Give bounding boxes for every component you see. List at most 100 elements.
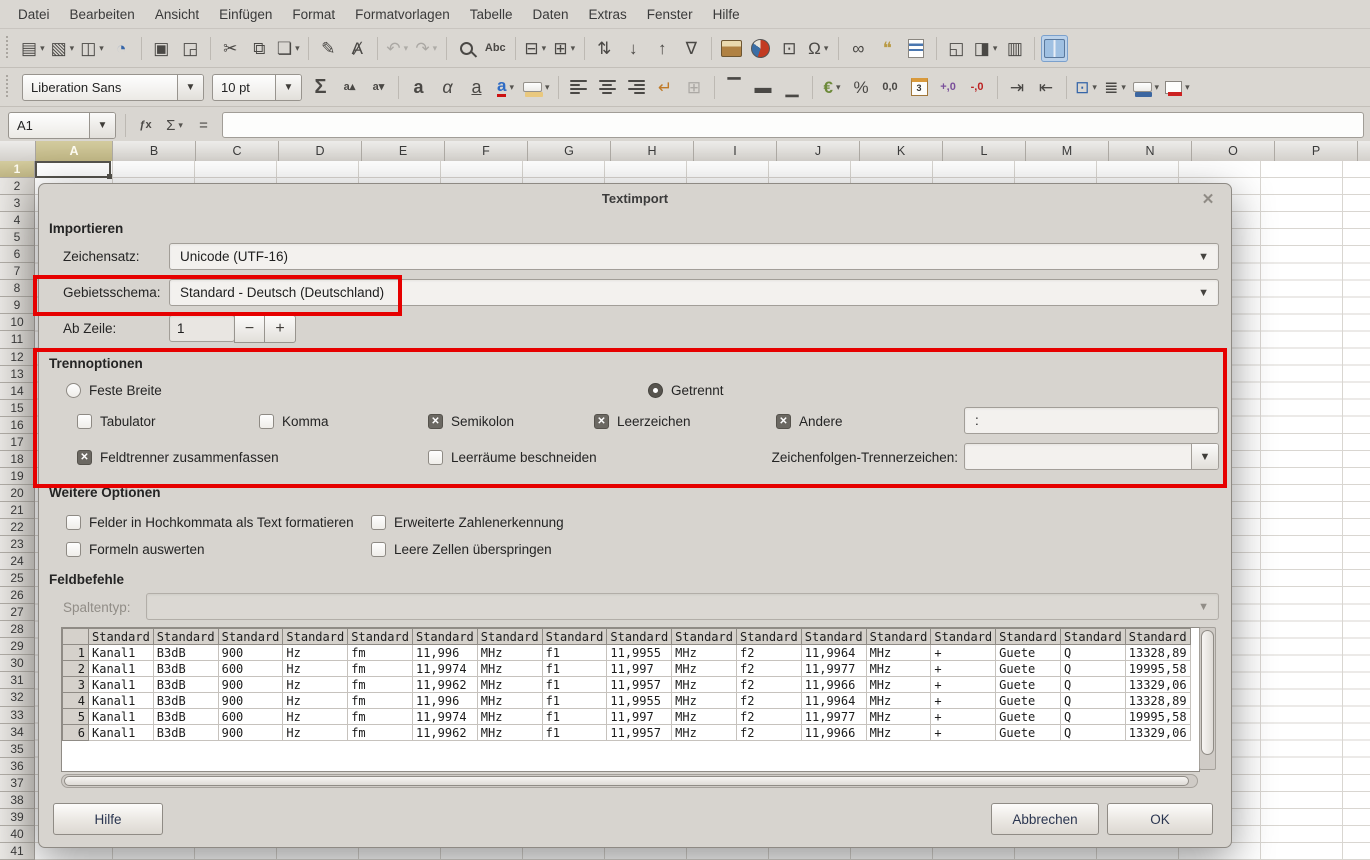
dropdown-arrow-icon[interactable]: ▾ [509, 82, 514, 93]
other-checkbox[interactable]: Andere [776, 413, 843, 430]
preview-column-header-9[interactable]: Standard [607, 629, 672, 645]
preview-column-header-2[interactable]: Standard [153, 629, 218, 645]
borders-icon[interactable]: ⊡▾ [1073, 74, 1100, 101]
insert-chart-icon[interactable] [747, 35, 774, 62]
print-icon[interactable]: ▣ [148, 35, 175, 62]
decrease-font-size-icon[interactable]: a▾ [365, 74, 392, 101]
spelling-icon[interactable]: Abc [482, 35, 509, 62]
row-header-19[interactable]: 19 [0, 468, 34, 485]
copy-icon[interactable]: ⧉ [246, 35, 273, 62]
row-header-32[interactable]: 32 [0, 689, 34, 706]
preview-column-header-10[interactable]: Standard [672, 629, 737, 645]
preview-column-header-1[interactable]: Standard [89, 629, 154, 645]
italic-icon[interactable]: α [434, 74, 461, 101]
column-header-b[interactable]: B [113, 141, 196, 161]
chevron-down-icon[interactable]: ▼ [177, 75, 203, 100]
column-header-e[interactable]: E [362, 141, 445, 161]
border-color-icon[interactable]: ▾ [1131, 74, 1162, 101]
column-header-g[interactable]: G [528, 141, 611, 161]
menu-bearbeiten[interactable]: Bearbeiten [60, 2, 145, 27]
column-header-a[interactable]: A [36, 141, 113, 161]
sheet-corner[interactable] [0, 141, 36, 161]
row-header-7[interactable]: 7 [0, 263, 34, 280]
fixed-width-radio[interactable]: Feste Breite [66, 382, 162, 399]
detect-numbers-checkbox[interactable]: Erweiterte Zahlenerkennung [371, 514, 564, 531]
font-size-select[interactable]: 10 pt ▼ [212, 74, 302, 101]
column-header-k[interactable]: K [860, 141, 943, 161]
dropdown-arrow-icon[interactable]: ▾ [99, 43, 104, 54]
dropdown-arrow-icon[interactable]: ▾ [1185, 82, 1190, 93]
clone-formatting-icon[interactable]: ✎ [315, 35, 342, 62]
row-header-20[interactable]: 20 [0, 485, 34, 502]
ok-button[interactable]: OK [1107, 803, 1213, 835]
row-header-34[interactable]: 34 [0, 724, 34, 741]
increase-font-size-icon[interactable]: a▴ [336, 74, 363, 101]
row-header-6[interactable]: 6 [0, 246, 34, 263]
trim-spaces-checkbox[interactable]: Leerräume beschneiden [428, 449, 597, 466]
print-preview-icon[interactable]: ◲ [177, 35, 204, 62]
row-header-12[interactable]: 12 [0, 349, 34, 366]
scrollbar-thumb[interactable] [1201, 630, 1214, 755]
spin-minus-button[interactable]: − [234, 315, 265, 343]
row-header-5[interactable]: 5 [0, 229, 34, 246]
clear-formatting-icon[interactable]: Ⱥ [344, 35, 371, 62]
insert-column-icon[interactable]: ⊞▾ [551, 35, 578, 62]
row-header-3[interactable]: 3 [0, 195, 34, 212]
column-header-j[interactable]: J [777, 141, 860, 161]
percent-format-icon[interactable]: % [848, 74, 875, 101]
merge-delimiters-checkbox[interactable]: Feldtrenner zusammenfassen [77, 449, 279, 466]
column-header-o[interactable]: O [1192, 141, 1275, 161]
other-separator-input[interactable]: : [964, 407, 1219, 434]
name-box[interactable]: A1 ▼ [8, 112, 116, 139]
highlighting-color-icon[interactable]: ▾ [521, 74, 552, 101]
dropdown-arrow-icon[interactable]: ▾ [178, 120, 183, 131]
toolbar-grip[interactable] [6, 75, 13, 99]
tab-checkbox[interactable]: Tabulator [77, 413, 156, 430]
column-header-l[interactable]: L [943, 141, 1026, 161]
dropdown-arrow-icon[interactable]: ▾ [70, 43, 75, 54]
row-header-33[interactable]: 33 [0, 707, 34, 724]
preview-column-header-3[interactable]: Standard [218, 629, 283, 645]
insert-image-icon[interactable] [718, 35, 745, 62]
freeze-panes-icon[interactable]: ◨▾ [972, 35, 1000, 62]
dropdown-arrow-icon[interactable]: ▾ [404, 43, 409, 54]
row-header-14[interactable]: 14 [0, 383, 34, 400]
column-header-h[interactable]: H [611, 141, 694, 161]
string-delimiter-combo[interactable]: ▼ [964, 443, 1219, 470]
dropdown-arrow-icon[interactable]: ▾ [993, 43, 998, 54]
remove-decimal-icon[interactable]: -,0 [964, 74, 991, 101]
evaluate-formulas-checkbox[interactable]: Formeln auswerten [66, 541, 205, 558]
row-header-15[interactable]: 15 [0, 400, 34, 417]
dropdown-arrow-icon[interactable]: ▾ [433, 43, 438, 54]
formula-input[interactable] [222, 112, 1364, 138]
sort-icon[interactable]: ⇅ [591, 35, 618, 62]
border-style-icon[interactable]: ≣▾ [1102, 74, 1129, 101]
insert-object-icon[interactable]: ⊡ [776, 35, 803, 62]
new-document-icon[interactable]: ▤▾ [19, 35, 47, 62]
row-header-35[interactable]: 35 [0, 741, 34, 758]
preview-column-header-6[interactable]: Standard [412, 629, 477, 645]
chevron-down-icon[interactable]: ▼ [89, 113, 115, 138]
chevron-down-icon[interactable]: ▼ [1191, 444, 1218, 469]
insert-row-icon[interactable]: ⊟▾ [522, 35, 549, 62]
row-header-30[interactable]: 30 [0, 655, 34, 672]
row-header-13[interactable]: 13 [0, 366, 34, 383]
dropdown-arrow-icon[interactable]: ▾ [824, 43, 829, 54]
hyperlink-icon[interactable]: ∞ [845, 35, 872, 62]
preview-column-header-13[interactable]: Standard [866, 629, 931, 645]
menu-hilfe[interactable]: Hilfe [703, 2, 750, 27]
row-header-21[interactable]: 21 [0, 502, 34, 519]
comment-icon[interactable]: ❝ [874, 35, 901, 62]
help-button[interactable]: Hilfe [53, 803, 163, 835]
selected-cell-a1[interactable] [35, 161, 111, 178]
row-header-28[interactable]: 28 [0, 621, 34, 638]
scrollbar-thumb[interactable] [64, 776, 1189, 786]
bold-icon[interactable]: a [405, 74, 432, 101]
cut-icon[interactable]: ✂ [217, 35, 244, 62]
decrease-indent-icon[interactable]: ⇤ [1033, 74, 1060, 101]
row-header-11[interactable]: 11 [0, 331, 34, 348]
dropdown-arrow-icon[interactable]: ▾ [571, 43, 576, 54]
dropdown-arrow-icon[interactable]: ▾ [1121, 82, 1126, 93]
date-format-icon[interactable]: 3 [906, 74, 933, 101]
semicolon-checkbox[interactable]: Semikolon [428, 413, 514, 430]
